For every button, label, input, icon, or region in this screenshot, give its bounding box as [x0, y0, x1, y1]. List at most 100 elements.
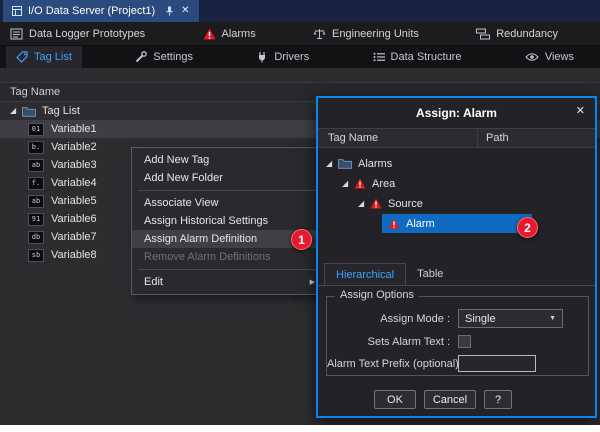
datatype-icon: 91	[28, 213, 44, 226]
chevron-down-icon: ▼	[549, 315, 556, 322]
close-tab-icon[interactable]: ✕	[181, 6, 189, 16]
ribbon-item-data-logger-prototypes[interactable]: Data Logger Prototypes	[10, 28, 145, 40]
annotation-badge-step1: 1	[291, 229, 312, 250]
folder-icon	[338, 158, 352, 169]
tree-item-label: Variable5	[51, 195, 97, 207]
column-header-tag-name[interactable]: Tag Name	[318, 129, 478, 147]
submenu-arrow-icon: ▶	[310, 278, 315, 286]
dialog-buttons: OK Cancel ?	[318, 390, 595, 409]
dialog-tree-item-area[interactable]: ◢ Area	[342, 174, 395, 193]
ok-button[interactable]: OK	[374, 390, 416, 409]
tab-table[interactable]: Table	[406, 263, 454, 285]
alarm-warning-icon	[354, 178, 366, 189]
tag-list-icon	[16, 51, 28, 63]
annotation-badge-step2: 2	[517, 217, 538, 238]
tab-views[interactable]: Views	[515, 46, 584, 68]
menu-item-add-new-tag[interactable]: Add New Tag	[132, 151, 327, 169]
menu-item-add-new-folder[interactable]: Add New Folder	[132, 169, 327, 187]
dialog-tree-item-source[interactable]: ◢ Source	[358, 194, 423, 213]
alarm-text-prefix-label: Alarm Text Prefix (optional) :	[327, 358, 450, 370]
assign-mode-row: Assign Mode : Single ▼	[327, 309, 588, 328]
datatype-icon: f.	[28, 177, 44, 190]
button-label: Cancel	[433, 394, 467, 406]
app-window: I/O Data Server (Project1) ✕ Data Logger…	[0, 0, 600, 425]
eye-icon	[525, 52, 539, 62]
tree-item-label: Variable6	[51, 213, 97, 225]
folder-icon	[22, 106, 36, 117]
expander-icon[interactable]: ◢	[342, 180, 354, 188]
ribbon-item-label: Alarms	[222, 28, 256, 40]
ribbon-item-engineering-units[interactable]: Engineering Units	[313, 28, 419, 40]
column-header-label: Tag Name	[10, 86, 60, 98]
datatype-icon: sb	[28, 249, 44, 262]
menu-item-assign-historical-settings[interactable]: Assign Historical Settings	[132, 212, 327, 230]
sets-alarm-text-checkbox[interactable]	[458, 335, 471, 348]
tab-label: Table	[417, 268, 443, 280]
pin-icon[interactable]	[165, 6, 174, 16]
dialog-column-headers: Tag Name Path	[318, 128, 595, 148]
alarm-warning-icon	[388, 218, 400, 229]
assign-mode-value: Single	[465, 313, 496, 325]
ribbon-item-alarms[interactable]: Alarms	[203, 28, 256, 40]
menu-item-label: Edit	[144, 276, 163, 288]
ribbon-item-redundancy[interactable]: Redundancy	[476, 28, 558, 40]
dialog-tree-item-alarms[interactable]: ◢ Alarms	[326, 154, 392, 173]
dialog-title: Assign: Alarm	[318, 98, 595, 128]
tree-item-label: Variable7	[51, 231, 97, 243]
view-tab-bar: Tag List Settings Drivers Data Structure…	[0, 46, 600, 68]
expander-icon[interactable]: ◢	[10, 107, 22, 115]
tab-label: Tag List	[34, 51, 72, 63]
tab-label: Hierarchical	[336, 269, 394, 281]
datatype-icon: ab	[28, 195, 44, 208]
tab-settings[interactable]: Settings	[125, 46, 203, 68]
list-icon	[373, 52, 385, 62]
dialog-view-tabs: Hierarchical Table	[318, 264, 595, 286]
document-title: I/O Data Server (Project1)	[28, 5, 155, 17]
tab-drivers[interactable]: Drivers	[246, 46, 319, 68]
alarm-warning-icon	[203, 28, 216, 40]
menu-item-label: Add New Folder	[144, 172, 223, 184]
tree-item-label: Variable3	[51, 159, 97, 171]
tab-label: Data Structure	[391, 51, 462, 63]
assign-mode-dropdown[interactable]: Single ▼	[458, 309, 563, 328]
menu-item-remove-alarm-definitions: Remove Alarm Definitions	[132, 248, 327, 266]
tree-item-label: Variable8	[51, 249, 97, 261]
button-label: ?	[495, 394, 501, 406]
ribbon-bar: Data Logger Prototypes Alarms Engineerin…	[0, 22, 600, 46]
menu-separator	[138, 190, 321, 191]
document-tab[interactable]: I/O Data Server (Project1) ✕	[3, 0, 199, 22]
tab-hierarchical[interactable]: Hierarchical	[324, 263, 406, 285]
button-label: OK	[387, 394, 403, 406]
tree-item-label: Variable2	[51, 141, 97, 153]
datatype-icon: ab	[28, 159, 44, 172]
datatype-icon: 01	[28, 123, 44, 136]
menu-item-label: Assign Historical Settings	[144, 215, 268, 227]
ribbon-item-label: Redundancy	[496, 28, 558, 40]
tab-data-structure[interactable]: Data Structure	[363, 46, 472, 68]
group-title: Assign Options	[335, 289, 419, 301]
menu-item-associate-view[interactable]: Associate View	[132, 194, 327, 212]
tree-item-label: Area	[372, 178, 395, 190]
expander-icon[interactable]: ◢	[358, 200, 370, 208]
column-header-path[interactable]: Path	[478, 132, 509, 144]
dialog-tree-item-alarm-selected[interactable]: Alarm	[382, 214, 532, 233]
menu-item-label: Remove Alarm Definitions	[144, 251, 271, 263]
alarm-text-prefix-input[interactable]	[458, 355, 536, 372]
cancel-button[interactable]: Cancel	[424, 390, 476, 409]
engineering-units-icon	[313, 28, 326, 40]
dialog-close-icon[interactable]: ✕	[576, 106, 585, 117]
help-button[interactable]: ?	[484, 390, 512, 409]
dialog-title-text: Assign: Alarm	[416, 106, 497, 120]
data-logger-icon	[10, 28, 23, 40]
window-icon	[12, 6, 22, 16]
expander-icon[interactable]: ◢	[326, 160, 338, 168]
alarm-warning-icon	[370, 198, 382, 209]
tab-tag-list[interactable]: Tag List	[6, 46, 82, 68]
datatype-icon: db	[28, 231, 44, 244]
menu-item-edit[interactable]: Edit ▶	[132, 273, 327, 291]
menu-item-label: Assign Alarm Definition	[144, 233, 257, 245]
tab-label: Settings	[153, 51, 193, 63]
plug-icon	[256, 51, 268, 63]
tree-item-label: Alarm	[406, 218, 435, 230]
menu-separator	[138, 269, 321, 270]
